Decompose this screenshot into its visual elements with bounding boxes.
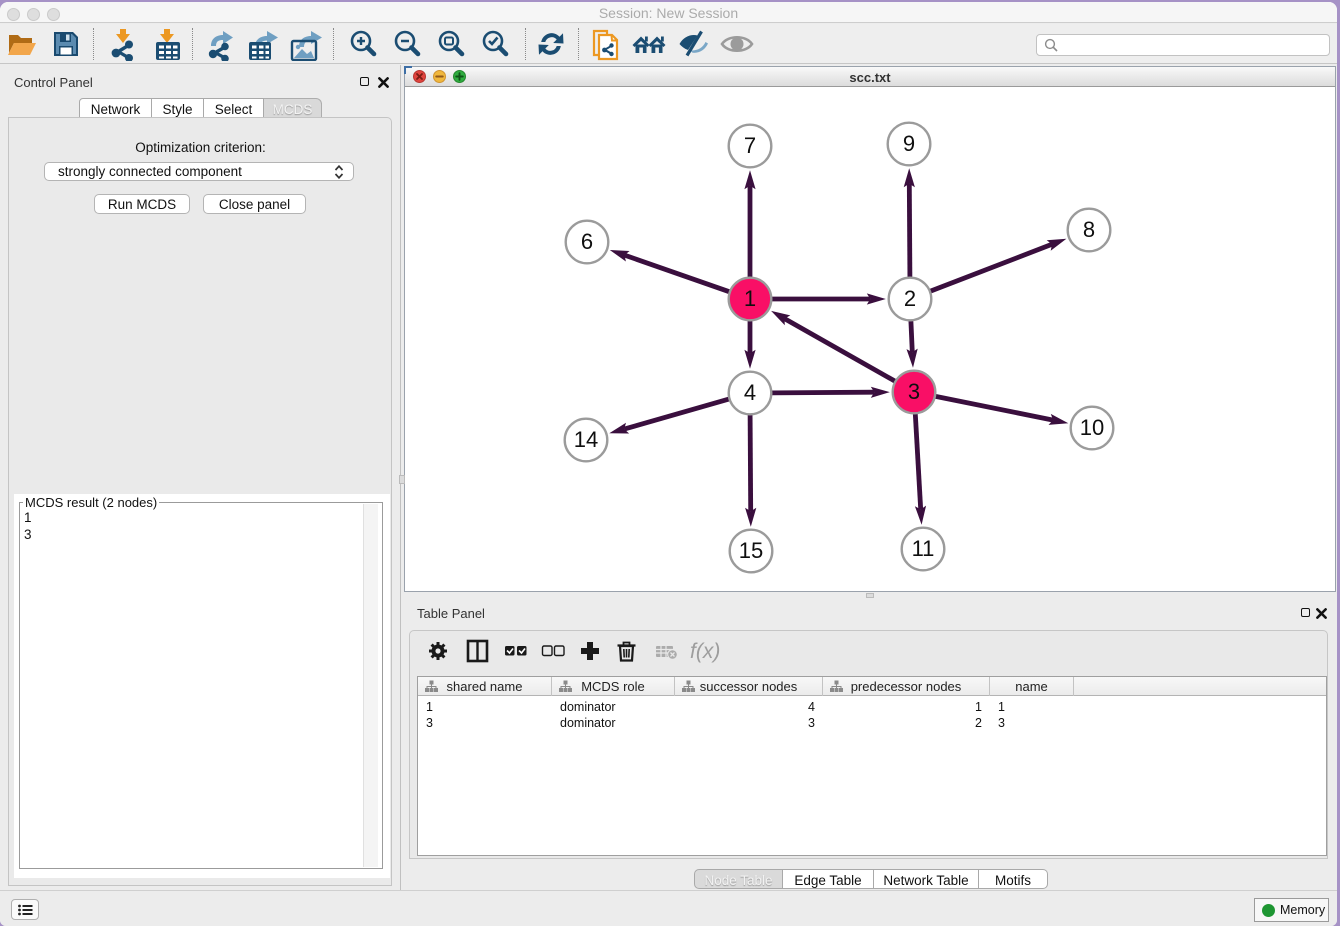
svg-text:2: 2: [904, 286, 916, 311]
svg-text:15: 15: [739, 538, 763, 563]
svg-text:14: 14: [574, 427, 598, 452]
svg-text:9: 9: [903, 131, 915, 156]
svg-text:10: 10: [1080, 415, 1104, 440]
svg-text:4: 4: [744, 380, 756, 405]
svg-text:11: 11: [912, 536, 935, 561]
svg-text:1: 1: [744, 286, 756, 311]
svg-text:7: 7: [744, 133, 756, 158]
svg-text:6: 6: [581, 229, 593, 254]
svg-text:8: 8: [1083, 217, 1095, 242]
svg-text:f(x): f(x): [690, 640, 720, 663]
svg-text:3: 3: [908, 379, 920, 404]
